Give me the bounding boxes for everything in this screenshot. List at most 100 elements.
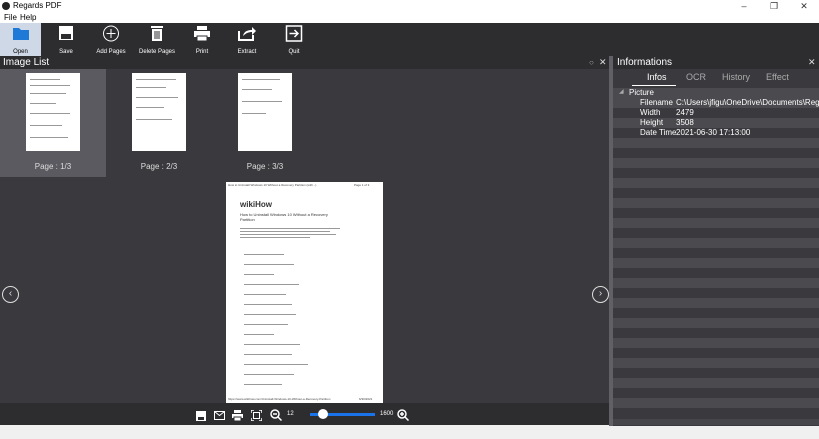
info-row-background — [613, 328, 819, 338]
info-row-background — [613, 228, 819, 238]
info-row-background — [613, 358, 819, 368]
thumbnail-page-3[interactable]: Page : 3/3 — [212, 69, 318, 177]
restore-button[interactable]: ❐ — [759, 0, 789, 13]
tab-ocr[interactable]: OCR — [686, 72, 706, 82]
info-row-background — [613, 368, 819, 378]
zoom-min-label: 12 — [287, 411, 294, 417]
quit-button[interactable]: Quit — [279, 23, 309, 56]
info-row-background — [613, 308, 819, 318]
info-row-background — [613, 338, 819, 348]
image-list-header: Image List ○ ✕ — [0, 56, 609, 69]
zoom-out-icon[interactable] — [270, 409, 282, 421]
property-key: Date Time — [640, 128, 677, 137]
print-label: Print — [195, 49, 209, 55]
property-row[interactable]: Width 2479 — [613, 108, 819, 118]
page-footer-left: https://www.wikihow.com/Uninstall-Window… — [228, 397, 331, 401]
thumbnail-caption: Page : 2/3 — [140, 162, 178, 171]
previous-page-button[interactable]: ‹ — [2, 286, 19, 303]
thumbnail-strip: Page : 1/3 Page : 2/3 Page : 3/3 — [0, 69, 609, 177]
minimize-button[interactable]: – — [729, 0, 759, 13]
zoom-slider-handle[interactable] — [318, 409, 328, 419]
info-row-background — [613, 268, 819, 278]
fit-screen-icon[interactable] — [251, 410, 262, 421]
info-row-background — [613, 208, 819, 218]
property-value: 3508 — [676, 118, 694, 127]
add-circle-icon — [103, 25, 119, 42]
page-footer-right: 6/30/2021 — [359, 397, 373, 401]
print-icon[interactable] — [232, 410, 243, 421]
info-row-background — [613, 288, 819, 298]
add-pages-label: Add Pages — [96, 49, 126, 55]
info-row-background — [613, 348, 819, 358]
pin-icon[interactable]: ○ — [589, 58, 594, 67]
close-window-button[interactable]: ✕ — [789, 0, 819, 13]
page-preview[interactable]: How to Uninstall Windows 10 Without a Re… — [226, 182, 383, 404]
thumbnail-image — [238, 73, 292, 151]
info-row-background — [613, 148, 819, 158]
property-row[interactable]: Height 3508 — [613, 118, 819, 128]
save-label: Save — [59, 49, 73, 55]
page-header-right: Page 1 of 3 — [354, 183, 370, 187]
save-icon[interactable] — [196, 411, 206, 421]
menu-help[interactable]: Help — [20, 13, 36, 22]
property-key: Height — [640, 118, 664, 127]
tab-history[interactable]: History — [722, 72, 750, 82]
status-bar — [0, 426, 819, 439]
property-key: Filename — [640, 98, 673, 107]
close-panel-icon[interactable]: ✕ — [599, 57, 607, 68]
collapse-triangle-icon[interactable]: ◢ — [619, 88, 624, 95]
thumbnail-caption: Page : 3/3 — [246, 162, 284, 171]
thumbnail-image — [132, 73, 186, 151]
info-row-background — [613, 248, 819, 258]
save-button[interactable]: Save — [48, 23, 84, 56]
horizontal-scrollbar[interactable] — [613, 419, 819, 425]
thumbnail-image — [26, 73, 80, 151]
info-row-background — [613, 408, 819, 418]
info-row-background — [613, 278, 819, 288]
info-panel-title: Informations — [617, 57, 673, 68]
extract-label: Extract — [237, 49, 257, 55]
thumbnail-caption: Page : 1/3 — [34, 162, 72, 171]
section-title: Picture — [629, 88, 654, 97]
info-row-background — [613, 188, 819, 198]
thumbnail-page-2[interactable]: Page : 2/3 — [106, 69, 212, 177]
info-row-background — [613, 138, 819, 148]
info-row-background — [613, 238, 819, 248]
add-pages-button[interactable]: Add Pages — [92, 23, 130, 56]
image-list-title: Image List — [3, 57, 50, 68]
viewer-toolbar: 12 1600 — [0, 403, 609, 425]
property-row[interactable]: Filename C:\Users\jfigu\OneDrive\Document… — [613, 98, 819, 108]
zoom-max-label: 1600 — [380, 411, 394, 417]
info-row-background — [613, 318, 819, 328]
extract-button[interactable]: Extract — [231, 23, 263, 56]
section-row[interactable]: ◢ Picture — [613, 88, 819, 98]
thumbnail-page-1[interactable]: Page : 1/3 — [0, 69, 106, 177]
window-title: Regards PDF — [13, 1, 62, 10]
property-value: 2479 — [676, 108, 694, 117]
tab-infos[interactable]: Infos — [647, 72, 667, 82]
close-panel-icon[interactable]: ✕ — [808, 57, 816, 68]
zoom-in-icon[interactable] — [397, 409, 409, 421]
exit-icon — [285, 25, 303, 42]
share-icon — [238, 27, 256, 41]
quit-label: Quit — [288, 49, 300, 55]
delete-pages-button[interactable]: Delete Pages — [137, 23, 177, 56]
property-row[interactable]: Date Time 2021-06-30 17:13:00 — [613, 128, 819, 138]
tab-effect[interactable]: Effect — [766, 72, 789, 82]
info-row-background — [613, 388, 819, 398]
email-icon[interactable] — [214, 411, 225, 420]
info-row-background — [613, 198, 819, 208]
open-label: Open — [13, 49, 28, 55]
next-page-button[interactable]: › — [592, 286, 609, 303]
info-row-background — [613, 158, 819, 168]
info-row-background — [613, 258, 819, 268]
property-key: Width — [640, 108, 661, 117]
app-logo-icon — [2, 2, 10, 10]
menu-file[interactable]: File — [4, 13, 17, 22]
title-bar: Regards PDF – ❐ ✕ — [0, 0, 819, 13]
print-button[interactable]: Print — [186, 23, 218, 56]
open-button[interactable]: Open — [0, 23, 41, 56]
info-row-background — [613, 218, 819, 228]
folder-icon — [12, 28, 29, 40]
menu-bar: File Help — [0, 13, 819, 23]
